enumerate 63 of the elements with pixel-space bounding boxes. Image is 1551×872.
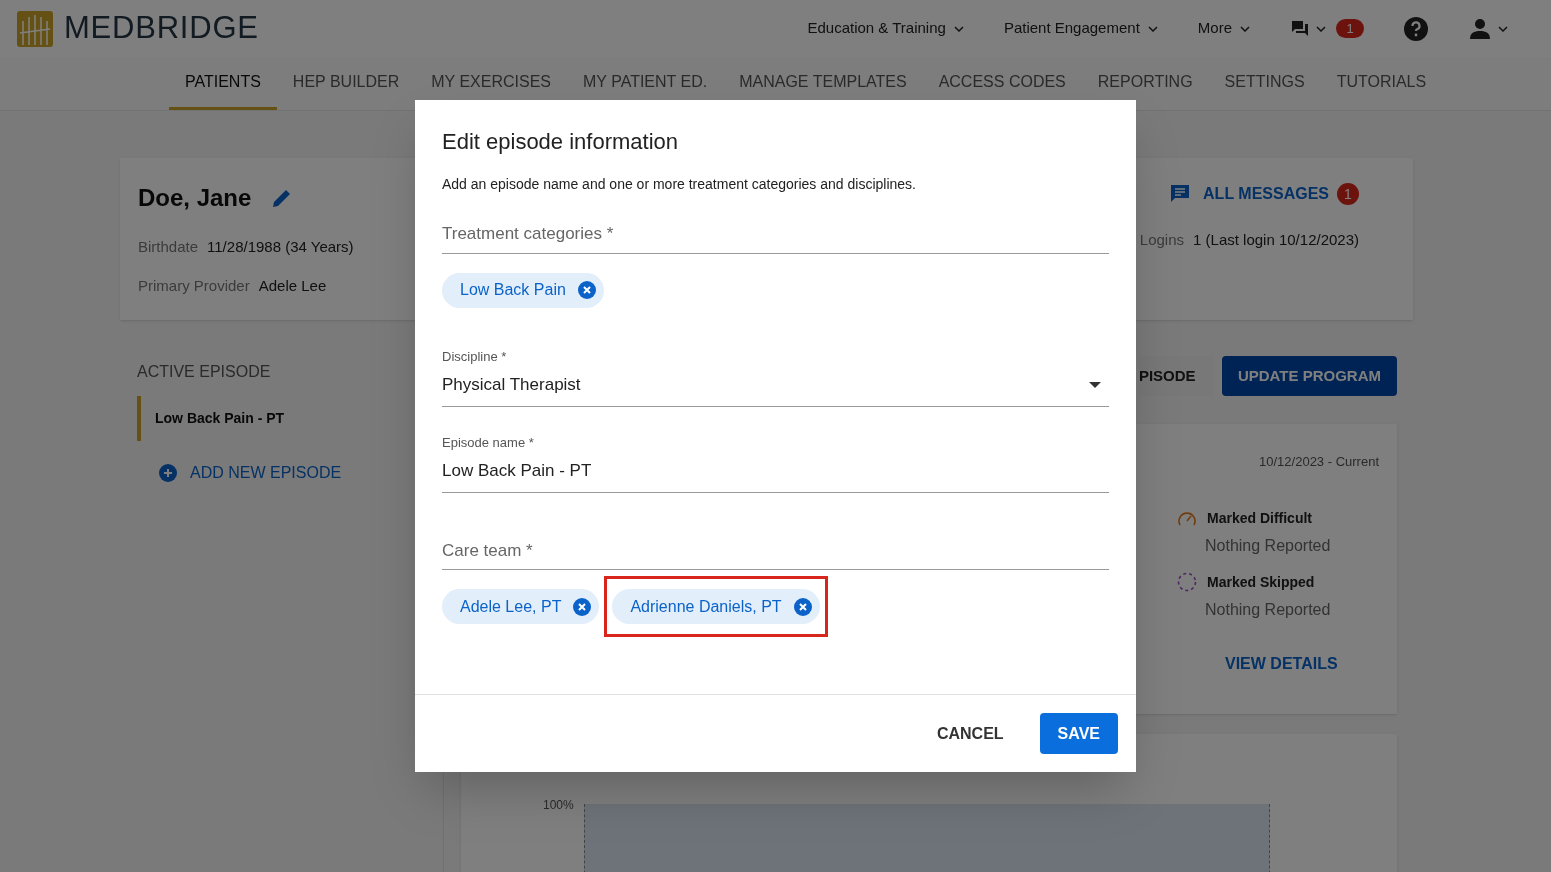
tab[interactable]: MY EXERCISES (415, 57, 567, 110)
detail-value: Adele Lee (258, 275, 327, 296)
chip[interactable]: Adrienne Daniels, PT (612, 589, 820, 624)
detail-label: Logins (1139, 230, 1185, 250)
tab[interactable]: HEP BUILDER (276, 57, 416, 110)
logo-icon (17, 10, 53, 47)
tab[interactable]: MY PATIENT ED. (567, 57, 724, 110)
tab[interactable]: REPORTING (1081, 57, 1209, 110)
summary-title: Marked Difficult (1207, 508, 1312, 528)
remove-icon[interactable] (793, 597, 812, 616)
input-field[interactable]: Care team * (442, 537, 1109, 570)
select-field[interactable]: Discipline * Physical Therapist (442, 346, 1109, 407)
chevron-down-icon (1498, 25, 1508, 32)
detail-value: 1 (Last login 10/12/2023) (1193, 230, 1359, 250)
input-field[interactable]: Episode name * Low Back Pain - PT (442, 432, 1109, 493)
tab[interactable]: ACCESS CODES (922, 57, 1082, 110)
user-menu[interactable] (1470, 18, 1508, 39)
chevron-down-icon (953, 25, 964, 32)
nav-menu[interactable]: More (1197, 17, 1250, 40)
tab[interactable]: SETTINGS (1208, 57, 1321, 110)
tab[interactable]: PATIENTS (169, 57, 277, 110)
notification-badge: 1 (1336, 19, 1364, 38)
chip[interactable]: Adele Lee, PT (442, 589, 600, 624)
detail-label: Birthdate (138, 237, 199, 257)
chevron-down-icon (1316, 25, 1326, 32)
detail-value: 11/28/1988 (34 Years) (207, 237, 354, 257)
summary-title: Marked Skipped (1207, 572, 1315, 592)
action-button[interactable]: UPDATE PROGRAM (1221, 356, 1397, 396)
message-icon (1170, 184, 1191, 204)
chevron-down-icon (1147, 25, 1158, 32)
input-field[interactable]: Treatment categories * (442, 221, 1109, 254)
dashed-circle-icon (1177, 572, 1197, 592)
help-icon[interactable] (1404, 16, 1428, 41)
chip[interactable]: Low Back Pain (442, 272, 604, 308)
user-icon (1470, 18, 1490, 39)
save-button[interactable]: SAVE (1039, 713, 1118, 754)
tab[interactable]: MANAGE TEMPLATES (723, 57, 923, 110)
notification-badge: 1 (1337, 183, 1359, 205)
chevron-down-icon (1240, 25, 1250, 32)
chat-icon (1292, 21, 1308, 36)
logo-text: MEDBRIDGE (64, 9, 259, 48)
tab[interactable]: TUTORIALS (1320, 57, 1443, 110)
nav-menu[interactable]: Patient Engagement (1003, 17, 1158, 40)
nav-menu[interactable]: Education & Training (807, 17, 964, 40)
summary-value: Nothing Reported (1205, 599, 1332, 620)
detail-label: Primary Provider (138, 275, 250, 296)
dropdown-caret-icon (1089, 381, 1101, 388)
cancel-button[interactable]: CANCEL (918, 713, 1022, 754)
plus-icon (159, 464, 177, 482)
add-episode-link[interactable]: ADD NEW EPISODE (159, 461, 443, 485)
section-heading: ACTIVE EPISODE (137, 362, 272, 382)
dialog-title: Edit episode information (442, 128, 680, 156)
remove-icon[interactable] (577, 281, 596, 299)
view-details-link[interactable]: VIEW DETAILS (1225, 651, 1379, 676)
remove-icon[interactable] (573, 597, 592, 616)
axis-label: 100% (543, 797, 574, 814)
all-messages-link[interactable]: ALL MESSAGES (1203, 182, 1329, 206)
messages-menu[interactable] (1292, 21, 1326, 36)
summary-value: Nothing Reported (1205, 535, 1332, 556)
date-range: 10/12/2023 - Current (1259, 453, 1379, 471)
dialog-subtitle: Add an episode name and one or more treatment categories and disciplines. (442, 175, 917, 194)
patient-name: Doe, Jane (138, 183, 252, 213)
gauge-icon (1177, 510, 1197, 526)
